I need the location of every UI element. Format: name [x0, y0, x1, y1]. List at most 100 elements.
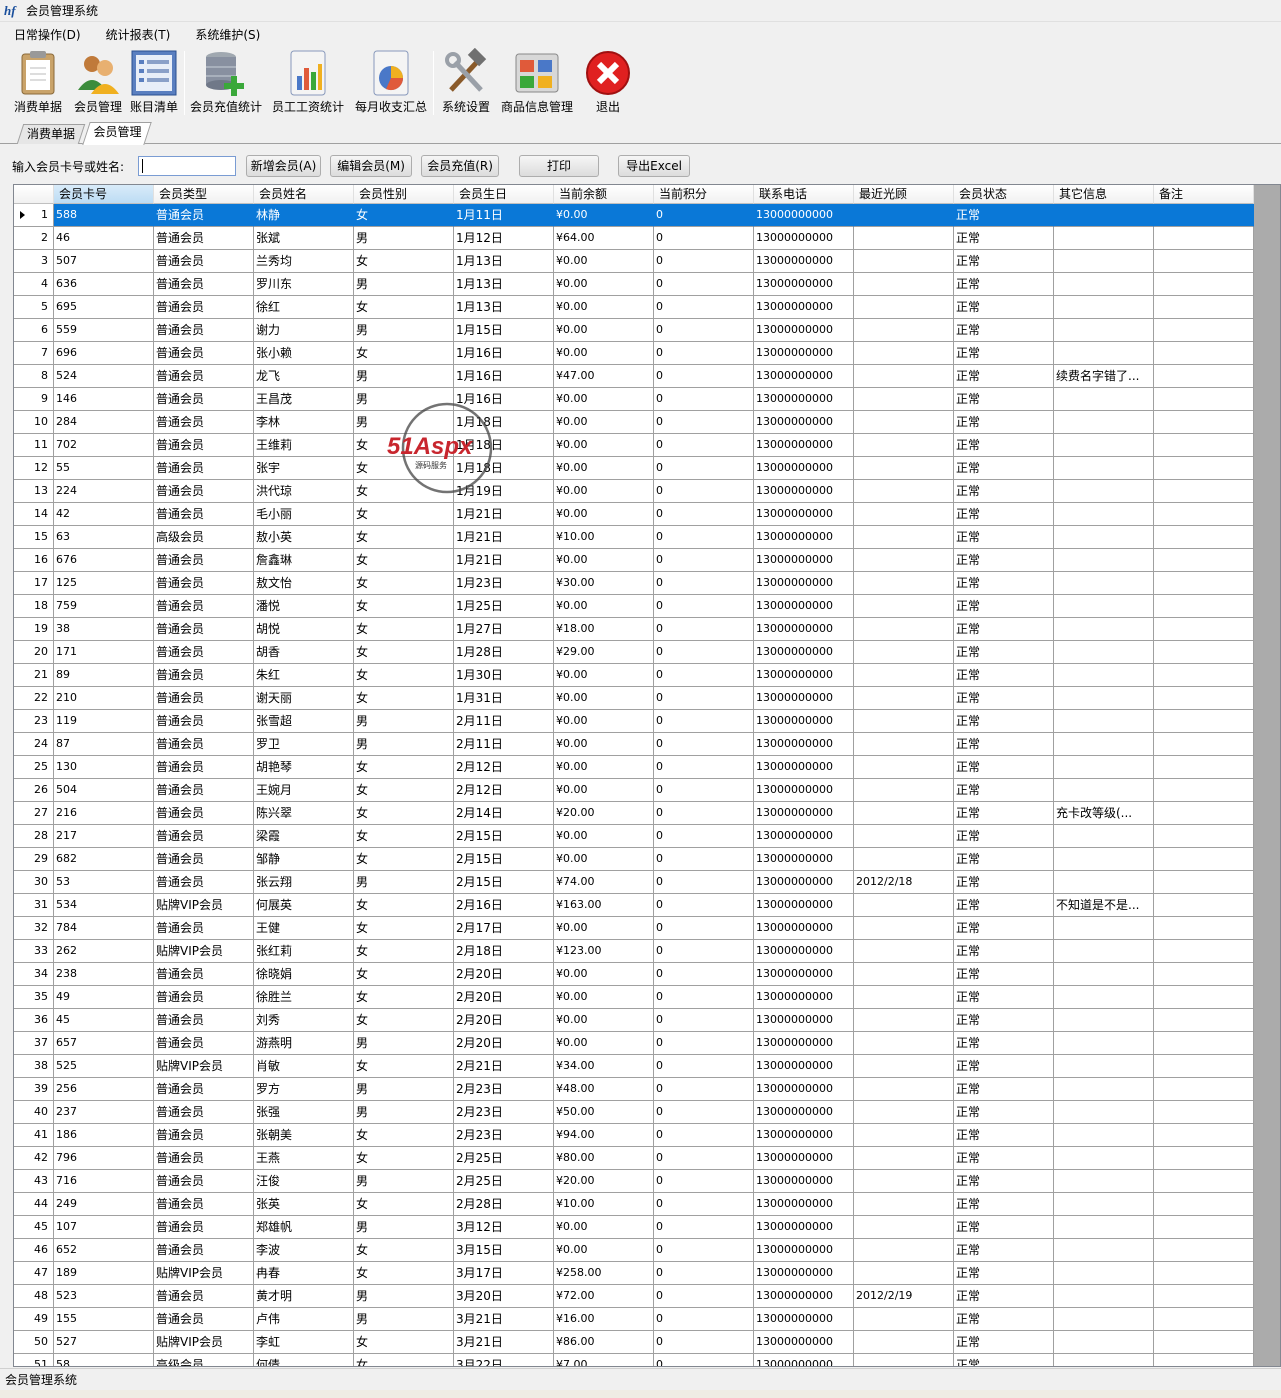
cell-member-name[interactable]: 汪俊	[254, 1170, 354, 1193]
cell-other-info[interactable]	[1054, 1147, 1154, 1170]
cell-member-gender[interactable]: 男	[354, 1032, 454, 1055]
column-header-member-gender[interactable]: 会员性别	[354, 185, 454, 204]
cell-remark[interactable]	[1154, 319, 1254, 342]
cell-points[interactable]: 0	[654, 894, 754, 917]
cell-member-birthday[interactable]: 2月20日	[454, 986, 554, 1009]
cell-member-birthday[interactable]: 1月13日	[454, 273, 554, 296]
cell-card-no[interactable]: 217	[54, 825, 154, 848]
cell-card-no[interactable]: 42	[54, 503, 154, 526]
cell-member-gender[interactable]: 女	[354, 595, 454, 618]
cell-last-visit[interactable]	[854, 940, 954, 963]
cell-member-gender[interactable]: 男	[354, 1101, 454, 1124]
cell-other-info[interactable]	[1054, 641, 1154, 664]
cell-other-info[interactable]	[1054, 319, 1154, 342]
cell-balance[interactable]: ¥163.00	[554, 894, 654, 917]
table-row[interactable]: 39 256 普通会员 罗方男 2月23日 ¥48.00 0 13000000000 正常	[14, 1078, 1254, 1101]
cell-member-gender[interactable]: 女	[354, 250, 454, 273]
cell-member-status[interactable]: 正常	[954, 1285, 1054, 1308]
cell-phone[interactable]: 13000000000	[754, 388, 854, 411]
column-header-phone[interactable]: 联系电话	[754, 185, 854, 204]
cell-remark[interactable]	[1154, 1216, 1254, 1239]
table-row[interactable]: 30 53 普通会员 张云翔男 2月15日 ¥74.00 0 13000000000 2012/…	[14, 871, 1254, 894]
cell-phone[interactable]: 13000000000	[754, 480, 854, 503]
cell-remark[interactable]	[1154, 1124, 1254, 1147]
cell-points[interactable]: 0	[654, 480, 754, 503]
cell-member-birthday[interactable]: 2月18日	[454, 940, 554, 963]
cell-phone[interactable]: 13000000000	[754, 871, 854, 894]
cell-balance[interactable]: ¥7.00	[554, 1354, 654, 1366]
row-header[interactable]: 3	[14, 250, 54, 273]
cell-last-visit[interactable]	[854, 848, 954, 871]
cell-remark[interactable]	[1154, 434, 1254, 457]
cell-points[interactable]: 0	[654, 503, 754, 526]
cell-points[interactable]: 0	[654, 273, 754, 296]
cell-card-no[interactable]: 504	[54, 779, 154, 802]
cell-member-status[interactable]: 正常	[954, 1101, 1054, 1124]
cell-balance[interactable]: ¥0.00	[554, 204, 654, 227]
cell-other-info[interactable]	[1054, 250, 1154, 273]
cell-other-info[interactable]	[1054, 526, 1154, 549]
cell-other-info[interactable]	[1054, 687, 1154, 710]
cell-member-birthday[interactable]: 3月21日	[454, 1308, 554, 1331]
row-header[interactable]: 11	[14, 434, 54, 457]
cell-member-type[interactable]: 普通会员	[154, 756, 254, 779]
cell-phone[interactable]: 13000000000	[754, 986, 854, 1009]
row-header[interactable]: 36	[14, 1009, 54, 1032]
cell-member-name[interactable]: 毛小丽	[254, 503, 354, 526]
cell-member-status[interactable]: 正常	[954, 802, 1054, 825]
cell-member-name[interactable]: 兰秀均	[254, 250, 354, 273]
cell-member-birthday[interactable]: 2月20日	[454, 1032, 554, 1055]
cell-remark[interactable]	[1154, 1354, 1254, 1366]
cell-member-status[interactable]: 正常	[954, 894, 1054, 917]
cell-phone[interactable]: 13000000000	[754, 250, 854, 273]
cell-remark[interactable]	[1154, 411, 1254, 434]
print-button[interactable]: 打印	[519, 155, 600, 177]
cell-member-name[interactable]: 张小赖	[254, 342, 354, 365]
cell-phone[interactable]: 13000000000	[754, 779, 854, 802]
cell-last-visit[interactable]	[854, 526, 954, 549]
row-header[interactable]: 45	[14, 1216, 54, 1239]
cell-member-type[interactable]: 普通会员	[154, 1285, 254, 1308]
cell-other-info[interactable]	[1054, 1193, 1154, 1216]
cell-balance[interactable]: ¥0.00	[554, 411, 654, 434]
cell-member-status[interactable]: 正常	[954, 986, 1054, 1009]
cell-last-visit[interactable]	[854, 1262, 954, 1285]
cell-member-gender[interactable]: 女	[354, 1147, 454, 1170]
cell-balance[interactable]: ¥0.00	[554, 273, 654, 296]
cell-phone[interactable]: 13000000000	[754, 411, 854, 434]
cell-card-no[interactable]: 58	[54, 1354, 154, 1366]
cell-card-no[interactable]: 46	[54, 227, 154, 250]
cell-other-info[interactable]: 续费名字错了...	[1054, 365, 1154, 388]
cell-card-no[interactable]: 186	[54, 1124, 154, 1147]
cell-points[interactable]: 0	[654, 1147, 754, 1170]
cell-member-status[interactable]: 正常	[954, 319, 1054, 342]
cell-remark[interactable]	[1154, 940, 1254, 963]
cell-member-type[interactable]: 普通会员	[154, 917, 254, 940]
cell-points[interactable]: 0	[654, 388, 754, 411]
cell-card-no[interactable]: 55	[54, 457, 154, 480]
cell-balance[interactable]: ¥258.00	[554, 1262, 654, 1285]
cell-member-status[interactable]: 正常	[954, 1354, 1054, 1366]
cell-points[interactable]: 0	[654, 1101, 754, 1124]
row-header[interactable]: 33	[14, 940, 54, 963]
cell-points[interactable]: 0	[654, 457, 754, 480]
row-header[interactable]: 34	[14, 963, 54, 986]
cell-balance[interactable]: ¥0.00	[554, 733, 654, 756]
cell-member-birthday[interactable]: 2月28日	[454, 1193, 554, 1216]
cell-phone[interactable]: 13000000000	[754, 273, 854, 296]
cell-member-gender[interactable]: 女	[354, 1124, 454, 1147]
cell-member-type[interactable]: 普通会员	[154, 457, 254, 480]
cell-other-info[interactable]	[1054, 434, 1154, 457]
table-row[interactable]: 9 146 普通会员 王昌茂男 1月16日 ¥0.00 0 13000000000 正常	[14, 388, 1254, 411]
cell-remark[interactable]	[1154, 733, 1254, 756]
cell-other-info[interactable]	[1054, 273, 1154, 296]
cell-member-type[interactable]: 普通会员	[154, 388, 254, 411]
cell-other-info[interactable]	[1054, 296, 1154, 319]
cell-member-name[interactable]: 王婉月	[254, 779, 354, 802]
cell-card-no[interactable]: 45	[54, 1009, 154, 1032]
cell-last-visit[interactable]	[854, 1331, 954, 1354]
cell-member-name[interactable]: 张云翔	[254, 871, 354, 894]
cell-last-visit[interactable]	[854, 204, 954, 227]
cell-member-gender[interactable]: 男	[354, 1285, 454, 1308]
cell-card-no[interactable]: 559	[54, 319, 154, 342]
